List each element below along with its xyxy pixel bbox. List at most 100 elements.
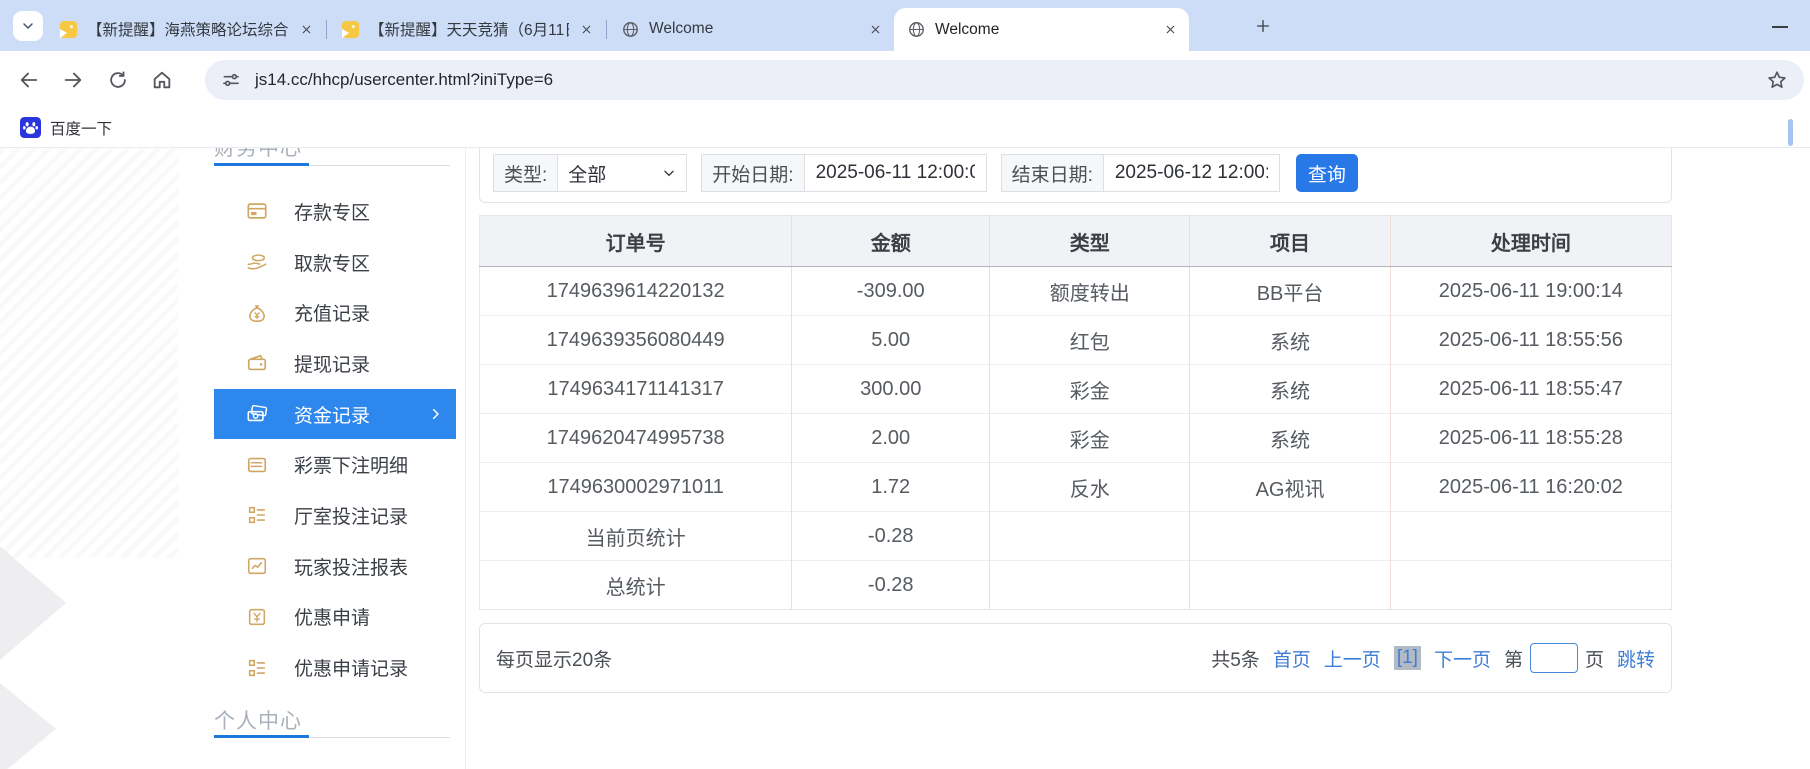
table-cell: 1749634171141317 — [480, 365, 792, 414]
triangle-decoration — [0, 546, 66, 660]
table-cell: 1749639356080449 — [480, 316, 792, 365]
table-cell: 1749630002971011 — [480, 463, 792, 512]
jump-group: 第 页 — [1504, 643, 1604, 673]
sidebar-section-finance: 财务中心 — [214, 148, 302, 162]
current-page-indicator[interactable]: [1] — [1394, 646, 1421, 670]
table-row: 当前页统计-0.28 — [480, 512, 1672, 561]
table-header-cell: 项目 — [1190, 216, 1390, 267]
minimize-button[interactable] — [1766, 12, 1794, 40]
home-button[interactable] — [146, 64, 178, 96]
sidebar-item[interactable]: 玩家投注报表 — [214, 541, 456, 592]
chevron-down-icon[interactable] — [13, 11, 43, 41]
tab-separator — [326, 20, 327, 39]
next-page-link[interactable]: 下一页 — [1434, 645, 1491, 672]
close-icon[interactable] — [867, 21, 884, 38]
start-date-label: 开始日期: — [701, 154, 803, 192]
site-info-icon[interactable] — [221, 70, 241, 90]
tab-title: 【新提醒】天天竞猜（6月11日 — [369, 18, 569, 40]
sidebar-item-label: 充值记录 — [294, 299, 370, 326]
tabs-row: 【新提醒】海燕策略论坛综合交 【新提醒】天天竞猜（6月11日 WelcomeWelc… — [46, 8, 1189, 51]
table-cell: 1.72 — [792, 463, 990, 512]
query-button[interactable]: 查询 — [1296, 154, 1358, 192]
table-cell: 彩金 — [990, 365, 1190, 414]
browser-tab[interactable]: 【新提醒】海燕策略论坛综合交 — [46, 12, 325, 46]
bookmark-baidu[interactable]: 百度一下 — [14, 114, 118, 141]
table-cell: 2025-06-11 19:00:14 — [1390, 267, 1671, 316]
pagination-controls: 共5条 首页 上一页 [1] 下一页 第 页 跳转 — [1211, 643, 1655, 673]
table-cell: 300.00 — [792, 365, 990, 414]
table-cell: 反水 — [990, 463, 1190, 512]
address-bar[interactable]: js14.cc/hhcp/usercenter.html?iniType=6 — [205, 60, 1804, 100]
globe-icon — [907, 20, 926, 39]
sidebar-item[interactable]: 资金记录 — [214, 389, 456, 440]
type-select[interactable]: 全部 — [557, 154, 687, 192]
sidebar-item[interactable]: 厅室投注记录 — [214, 490, 456, 541]
table-cell — [990, 512, 1190, 561]
sidebar-menu: 存款专区取款专区充值记录提现记录资金记录彩票下注明细厅室投注记录玩家投注报表优惠… — [214, 186, 456, 693]
end-date-input[interactable] — [1103, 154, 1280, 192]
bank-card-icon — [246, 200, 268, 222]
table-cell: 额度转出 — [990, 267, 1190, 316]
list-detail-icon — [246, 454, 268, 476]
close-icon[interactable] — [578, 21, 595, 38]
sidebar-item-label: 彩票下注明细 — [294, 451, 408, 478]
jump-button[interactable]: 跳转 — [1617, 645, 1655, 672]
sidebar-item[interactable]: 存款专区 — [214, 186, 456, 237]
table-cell — [1390, 561, 1671, 610]
sidebar-item-label: 提现记录 — [294, 350, 370, 377]
table-cell: 总统计 — [480, 561, 792, 610]
sidebar-item[interactable]: 充值记录 — [214, 287, 456, 338]
table-row: 1749634171141317300.00彩金系统2025-06-11 18:… — [480, 365, 1672, 414]
table-cell: 系统 — [1190, 414, 1390, 463]
jump-suffix-label: 页 — [1585, 645, 1604, 672]
sidebar-item[interactable]: 彩票下注明细 — [214, 439, 456, 490]
total-count-text: 共5条 — [1211, 645, 1260, 672]
reload-button[interactable] — [102, 64, 134, 96]
bookmark-star-icon[interactable] — [1766, 69, 1788, 91]
jump-page-input[interactable] — [1530, 643, 1578, 673]
close-icon[interactable] — [298, 21, 315, 38]
close-icon[interactable] — [1162, 21, 1179, 38]
tab-strip: 【新提醒】海燕策略论坛综合交 【新提醒】天天竞猜（6月11日 WelcomeWelc… — [0, 0, 1810, 51]
promo-record-list-icon — [246, 657, 268, 679]
browser-tab[interactable]: Welcome — [608, 12, 894, 46]
table-body: 1749639614220132-309.00额度转出BB平台2025-06-1… — [480, 267, 1672, 610]
start-date-input[interactable] — [804, 154, 987, 192]
first-page-link[interactable]: 首页 — [1273, 645, 1311, 672]
triangle-decoration — [0, 683, 56, 769]
table-header-cell: 处理时间 — [1390, 216, 1671, 267]
table-cell: -309.00 — [792, 267, 990, 316]
table-cell: 5.00 — [792, 316, 990, 365]
funds-table: 订单号金额类型项目处理时间 1749639614220132-309.00额度转… — [479, 215, 1672, 610]
browser-tab[interactable]: 【新提醒】天天竞猜（6月11日 — [328, 12, 605, 46]
scrollbar-thumb[interactable] — [1788, 119, 1793, 146]
table-cell: -0.28 — [792, 512, 990, 561]
table-cell: 2.00 — [792, 414, 990, 463]
chevron-right-icon — [428, 404, 443, 424]
sidebar-item[interactable]: 提现记录 — [214, 338, 456, 389]
sidebar-item[interactable]: 优惠申请记录 — [214, 642, 456, 693]
table-cell: 红包 — [990, 316, 1190, 365]
table-row: 17496393560804495.00红包系统2025-06-11 18:55… — [480, 316, 1672, 365]
table-cell: 1749620474995738 — [480, 414, 792, 463]
table-row: 总统计-0.28 — [480, 561, 1672, 610]
withdraw-hand-icon — [246, 251, 268, 273]
prev-page-link[interactable]: 上一页 — [1324, 645, 1381, 672]
promo-coupon-icon — [246, 606, 268, 628]
new-tab-button[interactable] — [1250, 13, 1276, 39]
forum-icon — [59, 20, 78, 39]
tab-separator — [606, 20, 607, 39]
table-cell: 系统 — [1190, 365, 1390, 414]
sidebar-item[interactable]: 优惠申请 — [214, 592, 456, 643]
table-cell: 1749639614220132 — [480, 267, 792, 316]
room-bets-list-icon — [246, 504, 268, 526]
forward-button[interactable] — [57, 64, 89, 96]
sidebar-item[interactable]: 取款专区 — [214, 237, 456, 288]
back-button[interactable] — [13, 64, 45, 96]
banknotes-icon — [246, 403, 268, 425]
sidebar-item-label: 资金记录 — [294, 401, 370, 428]
money-bag-icon — [246, 302, 268, 324]
table-header-cell: 金额 — [792, 216, 990, 267]
table-cell: 2025-06-11 18:55:28 — [1390, 414, 1671, 463]
browser-tab[interactable]: Welcome — [894, 8, 1189, 51]
